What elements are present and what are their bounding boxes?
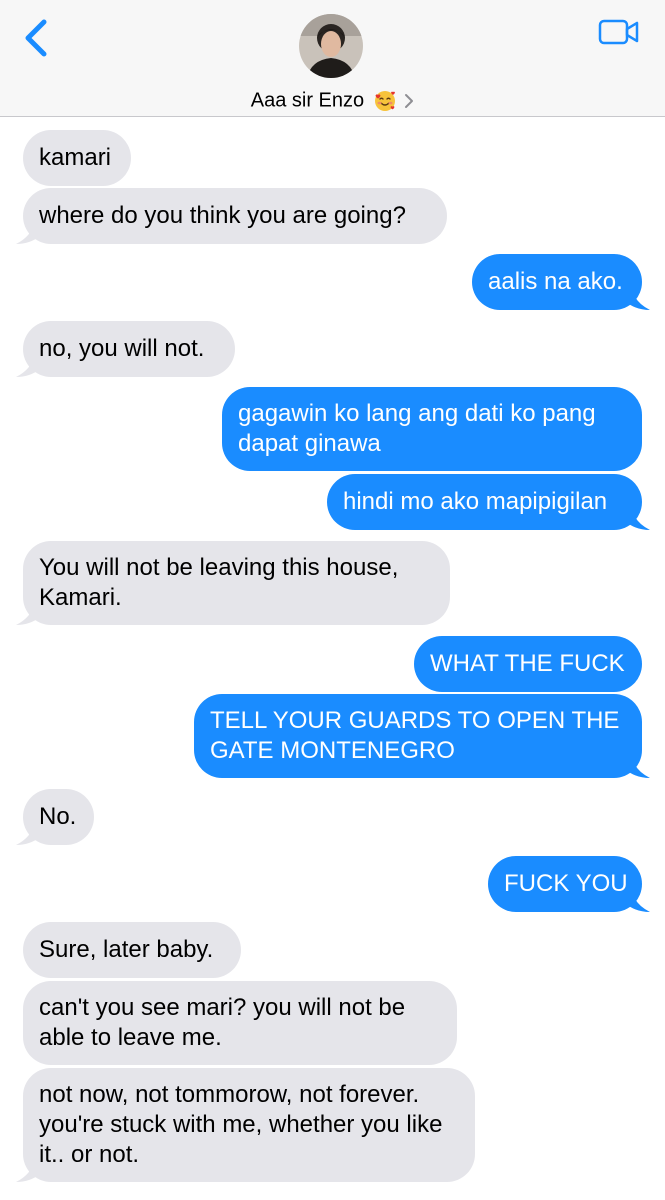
chevron-left-icon xyxy=(25,19,47,57)
message-text: aalis na ako. xyxy=(488,268,623,295)
message-bubble-received[interactable]: You will not be leaving this house, Kama… xyxy=(23,541,450,625)
message-bubble-received[interactable]: no, you will not. xyxy=(23,321,235,377)
message-bubble-sent[interactable]: TELL YOUR GUARDS TO OPEN THE GATE MONTEN… xyxy=(194,694,642,778)
message-text: no, you will not. xyxy=(39,335,205,362)
message-text: FUCK YOU xyxy=(504,870,628,897)
message-bubble-received[interactable]: where do you think you are going? xyxy=(23,188,447,244)
message-bubble-sent[interactable]: WHAT THE FUCK xyxy=(414,636,642,692)
message-text: kamari xyxy=(39,144,112,171)
bubble-tail xyxy=(16,222,40,244)
avatar-photo xyxy=(299,14,363,78)
message-bubble-sent[interactable]: gagawin ko lang ang dati ko pang dapat g… xyxy=(222,387,642,471)
message-bubble-received[interactable]: can't you see mari? you will not be able… xyxy=(23,981,457,1065)
message-text: gagawin ko lang ang dati ko pang dapat g… xyxy=(238,400,596,457)
video-camera-icon xyxy=(598,19,639,45)
bubble-tail xyxy=(626,890,650,912)
bubble-tail xyxy=(626,508,650,530)
message-bubble-received[interactable]: Sure, later baby. xyxy=(23,922,241,978)
conversation-header: Aaa sir Enzo xyxy=(0,0,665,117)
bubble-tail xyxy=(16,823,40,845)
contact-name: Aaa sir Enzo xyxy=(250,89,365,112)
message-text: TELL YOUR GUARDS TO OPEN THE GATE MONTEN… xyxy=(210,707,620,764)
contact-name-row[interactable]: Aaa sir Enzo xyxy=(0,88,665,113)
facetime-video-button[interactable] xyxy=(598,18,640,46)
message-bubble-sent[interactable]: hindi mo ako mapipigilan xyxy=(327,474,642,530)
message-thread[interactable]: kamari where do you think you are going?… xyxy=(0,117,665,1200)
message-text: can't you see mari? you will not be able… xyxy=(39,994,406,1051)
message-text: Sure, later baby. xyxy=(39,936,214,963)
message-text: where do you think you are going? xyxy=(39,202,406,229)
bubble-tail xyxy=(626,288,650,310)
contact-avatar[interactable] xyxy=(299,14,363,78)
back-button[interactable] xyxy=(20,16,54,60)
message-bubble-received[interactable]: not now, not tommorow, not forever. you'… xyxy=(23,1068,475,1182)
chevron-right-icon xyxy=(405,93,414,108)
bubble-tail xyxy=(16,603,40,625)
message-bubble-sent[interactable]: FUCK YOU xyxy=(488,856,642,912)
message-text: WHAT THE FUCK xyxy=(430,650,625,677)
message-bubble-sent[interactable]: aalis na ako. xyxy=(472,254,642,310)
bubble-tail xyxy=(626,756,650,778)
message-text: not now, not tommorow, not forever. you'… xyxy=(39,1081,443,1168)
smiling-face-with-hearts-icon xyxy=(374,90,395,111)
message-text: You will not be leaving this house, Kama… xyxy=(39,554,399,611)
bubble-tail xyxy=(16,1160,40,1182)
bubble-tail xyxy=(16,355,40,377)
message-text: No. xyxy=(39,803,77,830)
message-bubble-received[interactable]: kamari xyxy=(23,130,131,186)
message-text: hindi mo ako mapipigilan xyxy=(343,488,608,515)
